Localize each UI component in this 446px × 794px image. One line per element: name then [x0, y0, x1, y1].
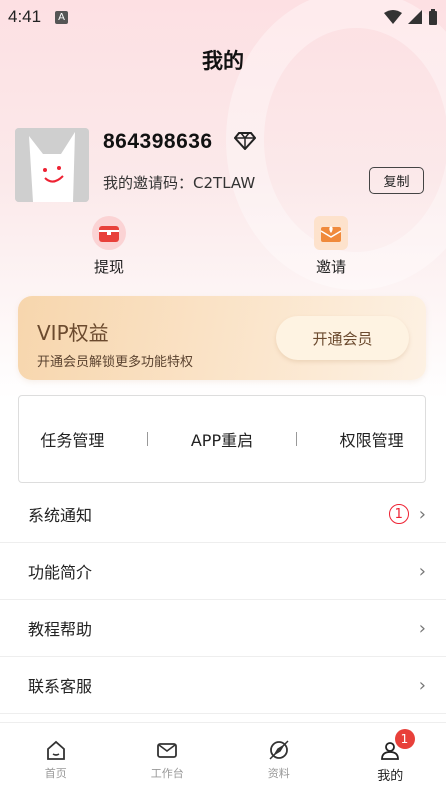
menu-item-label: 系统通知	[28, 506, 93, 525]
avatar[interactable]	[15, 128, 89, 202]
permission-manager-button[interactable]: 权限管理	[340, 427, 404, 451]
tab-label: 首页	[44, 767, 67, 780]
chevron-right-icon: ›	[418, 617, 426, 639]
menu-item-notifications[interactable]: 系统通知 1 ›	[0, 486, 446, 543]
page-title: 我的	[202, 49, 244, 73]
tab-label: 资料	[267, 767, 290, 780]
settings-menu: 系统通知 1 › 功能简介 › 教程帮助 › 联系客服 ›	[0, 486, 446, 714]
tab-label: 我的	[377, 769, 404, 784]
menu-item-features[interactable]: 功能简介 ›	[0, 543, 446, 600]
chevron-right-icon: ›	[418, 560, 426, 582]
tab-home[interactable]: 首页	[0, 723, 112, 794]
tab-label: 工作台	[150, 767, 184, 780]
menu-item-label: 教程帮助	[28, 620, 93, 639]
tab-mine[interactable]: 1 我的	[335, 723, 446, 794]
tools-panel: 任务管理 APP重启 权限管理	[18, 395, 426, 483]
vip-subtitle: 开通会员解锁更多功能特权	[37, 355, 194, 370]
invite-code: 我的邀请码：C2TLAW	[103, 172, 255, 193]
compass-icon	[269, 740, 289, 760]
wifi-icon	[384, 10, 402, 24]
signal-icon	[408, 10, 422, 24]
status-time: 4:41	[8, 7, 42, 26]
chevron-right-icon: ›	[418, 674, 426, 696]
invite-button[interactable]: 邀请	[296, 216, 366, 277]
menu-item-label: 功能简介	[28, 563, 93, 582]
home-icon	[46, 740, 65, 760]
divider	[295, 432, 297, 446]
bottom-tab-bar: 首页 工作台 资料 1 我的	[0, 722, 446, 794]
mail-icon	[157, 743, 178, 758]
task-manager-button[interactable]: 任务管理	[40, 427, 104, 451]
invite-label: 我的邀请码：	[103, 174, 194, 192]
vip-title: VIP权益	[37, 321, 109, 345]
notification-icon: A	[55, 10, 69, 24]
avatar-cat-icon	[15, 128, 89, 202]
wallet-icon	[92, 216, 126, 250]
vip-card: VIP权益 开通会员解锁更多功能特权 开通会员	[18, 296, 426, 380]
gift-envelope-icon	[314, 216, 348, 250]
divider	[147, 432, 149, 446]
open-membership-button[interactable]: 开通会员	[276, 316, 409, 360]
invite-code-value: C2TLAW	[193, 174, 256, 192]
tab-badge: 1	[394, 729, 415, 749]
copy-button[interactable]: 复制	[369, 167, 424, 194]
invite-label-text: 邀请	[315, 258, 346, 276]
app-restart-button[interactable]: APP重启	[191, 427, 253, 451]
notification-count-badge: 1	[388, 504, 409, 524]
diamond-icon	[234, 132, 256, 150]
withdraw-label: 提现	[93, 258, 124, 276]
menu-item-tutorial[interactable]: 教程帮助 ›	[0, 600, 446, 657]
user-id: 864398636	[103, 130, 213, 153]
menu-item-label: 联系客服	[28, 677, 93, 696]
withdraw-button[interactable]: 提现	[74, 216, 144, 277]
menu-item-support[interactable]: 联系客服 ›	[0, 657, 446, 714]
chevron-right-icon: ›	[418, 503, 426, 525]
status-bar: 4:41 A	[0, 0, 446, 34]
tab-materials[interactable]: 资料	[223, 723, 335, 794]
tab-workbench[interactable]: 工作台	[112, 723, 224, 794]
battery-icon	[429, 9, 437, 25]
